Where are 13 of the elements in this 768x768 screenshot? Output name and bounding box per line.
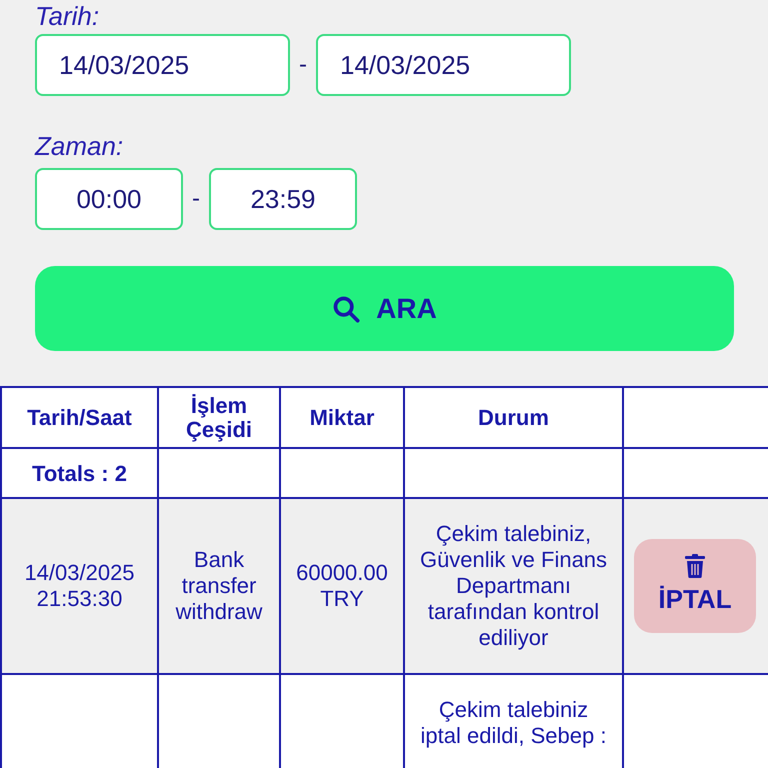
column-header: Tarih/Saat [1, 387, 158, 448]
input-field[interactable]: 14/03/2025 [35, 34, 290, 96]
search-button[interactable]: ARA [35, 266, 734, 351]
input-field[interactable]: 00:00 [35, 168, 183, 230]
search-icon [332, 294, 360, 322]
field-label: Zaman: [35, 130, 124, 162]
input-field[interactable]: 23:59 [209, 168, 357, 230]
cancel-button[interactable]: İPTAL [634, 539, 756, 633]
separator: - [298, 50, 308, 80]
field-label: Tarih: [35, 0, 100, 32]
separator: - [191, 184, 201, 214]
input-field[interactable]: 14/03/2025 [316, 34, 571, 96]
trash-icon [684, 554, 706, 578]
